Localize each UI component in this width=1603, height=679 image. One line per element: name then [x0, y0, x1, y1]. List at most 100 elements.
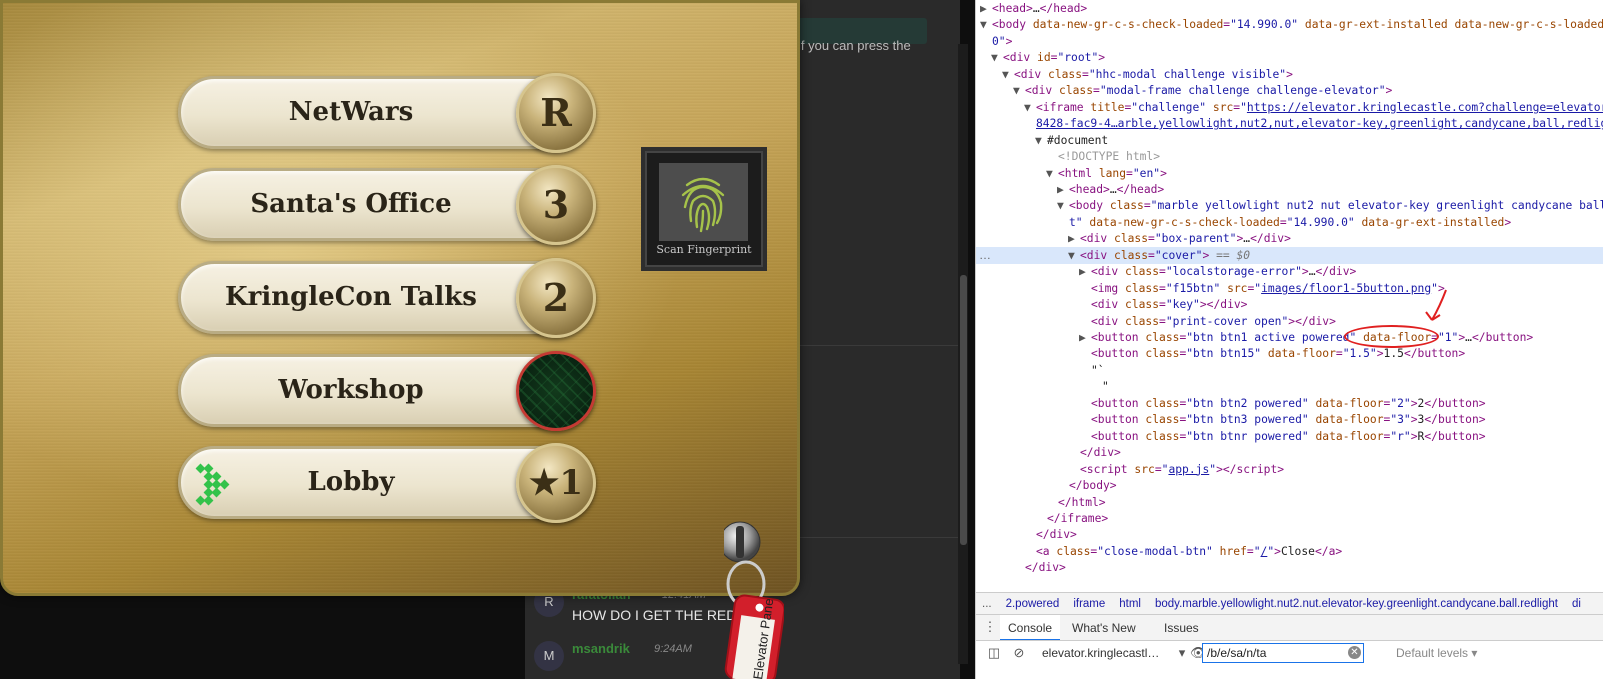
- breadcrumb-item[interactable]: ...: [982, 598, 992, 610]
- breadcrumb-item[interactable]: html: [1119, 598, 1141, 610]
- expand-triangle-icon[interactable]: ▶: [1068, 230, 1080, 247]
- chat-divider: [780, 345, 960, 346]
- elevator-key-icon[interactable]: Elevator Panel: [724, 520, 784, 679]
- dom-node-text: <button class="btn btn15" data-floor="1.…: [1091, 347, 1466, 361]
- dom-tree-node[interactable]: </div>: [976, 526, 1603, 543]
- tab-whats-new[interactable]: What's New: [1064, 615, 1144, 641]
- floor-badge[interactable]: R: [516, 73, 596, 153]
- breadcrumb-item[interactable]: 2.powered: [1006, 598, 1060, 610]
- floor-button-netwars[interactable]: NetWars R: [178, 73, 596, 153]
- floor-badge[interactable]: 3: [516, 165, 596, 245]
- collapse-triangle-icon[interactable]: ▼: [1046, 165, 1058, 182]
- chat-timestamp: 9:24AM: [654, 643, 692, 655]
- breadcrumb-item[interactable]: iframe: [1073, 598, 1105, 610]
- collapse-triangle-icon[interactable]: ▼: [1013, 82, 1025, 99]
- breadcrumb-item[interactable]: di: [1572, 598, 1581, 610]
- collapse-triangle-icon[interactable]: ▼: [991, 49, 1003, 66]
- floor-button-santas-office[interactable]: Santa's Office 3: [178, 165, 596, 245]
- dom-tree-node[interactable]: ▼ #document: [976, 132, 1603, 149]
- chat-scrollbar-thumb[interactable]: [960, 275, 967, 545]
- dom-tree-node[interactable]: ▼ <html lang="en">: [976, 165, 1603, 182]
- clear-console-icon[interactable]: ⊘: [1011, 645, 1027, 661]
- dom-tree-node[interactable]: ▼ <div class="cover"> == $0: [976, 246, 1603, 264]
- dom-tree-node[interactable]: ": [976, 378, 1603, 395]
- avatar[interactable]: M: [534, 641, 564, 671]
- drawer-tabs: ⋮ Console What's New Issues: [976, 614, 1603, 641]
- dom-node-text: <button class="btn btnr powered" data-fl…: [1091, 429, 1486, 443]
- breadcrumb-item[interactable]: body.marble.yellowlight.nut2.nut.elevato…: [1155, 598, 1558, 610]
- chat-username[interactable]: msandrik: [572, 641, 630, 656]
- context-selector[interactable]: elevator.kringlecastl…: [1042, 644, 1172, 662]
- dom-tree-node[interactable]: </iframe>: [976, 510, 1603, 527]
- dom-tree-node[interactable]: </body>: [976, 477, 1603, 494]
- dom-node-text: </body>: [1069, 479, 1117, 493]
- dom-tree-node[interactable]: <button class="btn btnr powered" data-fl…: [976, 428, 1603, 445]
- dom-tree-node[interactable]: <button class="btn btn15" data-floor="1.…: [976, 345, 1603, 362]
- collapse-triangle-icon[interactable]: ▼: [1035, 132, 1047, 149]
- clear-filter-icon[interactable]: ✕: [1348, 646, 1361, 659]
- dom-node-text: ": [1102, 380, 1109, 394]
- dom-tree-node[interactable]: ▼ <div class="modal-frame challenge chall…: [976, 82, 1603, 99]
- sidebar-toggle-icon[interactable]: ◫: [986, 645, 1002, 661]
- floor-label: Lobby: [307, 467, 395, 497]
- expand-triangle-icon[interactable]: ▶: [1079, 263, 1091, 280]
- floor-button-lobby[interactable]: Lobby ★1: [178, 443, 596, 523]
- dom-tree-node[interactable]: <!DOCTYPE html>: [976, 148, 1603, 165]
- dom-tree-node[interactable]: ▼ <div id="root">: [976, 49, 1603, 66]
- more-menu-icon[interactable]: ⋮: [982, 619, 998, 635]
- dom-tree-node[interactable]: "`: [976, 362, 1603, 379]
- dom-node-text: <iframe title="challenge" src="https://e…: [1036, 100, 1603, 114]
- collapse-triangle-icon[interactable]: ▼: [980, 16, 992, 33]
- dom-node-text: <div class="hhc-modal challenge visible"…: [1014, 67, 1293, 81]
- tab-issues[interactable]: Issues: [1156, 615, 1207, 641]
- more-actions-icon[interactable]: …: [979, 248, 991, 262]
- fingerprint-scanner[interactable]: Scan Fingerprint: [641, 147, 767, 271]
- log-levels-dropdown[interactable]: Default levels ▾: [1396, 644, 1477, 662]
- dom-node-text: <div id="root">: [1003, 51, 1106, 65]
- dom-tree-node[interactable]: <div class="key"></div>: [976, 296, 1603, 313]
- expand-triangle-icon[interactable]: ▶: [980, 0, 992, 17]
- dom-tree-node[interactable]: ▶ <head>…</head>: [976, 181, 1603, 198]
- filter-input[interactable]: [1202, 643, 1364, 663]
- floor-button-kringlecon-talks[interactable]: KringleCon Talks 2: [178, 258, 596, 338]
- dom-tree-node[interactable]: <img class="f15btn" src="images/floor1-5…: [976, 280, 1603, 297]
- breadcrumb[interactable]: ... 2.powered iframe html body.marble.yellow…: [976, 592, 1603, 614]
- expand-triangle-icon[interactable]: ▶: [1057, 181, 1069, 198]
- collapse-triangle-icon[interactable]: ▼: [1002, 66, 1014, 83]
- chevron-down-icon[interactable]: ▾: [1174, 645, 1190, 661]
- collapse-triangle-icon[interactable]: ▼: [1024, 99, 1036, 116]
- dom-tree-node[interactable]: <a class="close-modal-btn" href="/">Clos…: [976, 543, 1603, 560]
- tab-console[interactable]: Console: [1000, 615, 1061, 641]
- dom-tree-node[interactable]: ▶ <button class="btn btn1 active powered"…: [976, 329, 1603, 346]
- dom-tree-node[interactable]: ▼ <div class="hhc-modal challenge visible…: [976, 66, 1603, 83]
- dom-node-text: <head>…</head>: [992, 2, 1088, 15]
- floor-badge[interactable]: ★1: [516, 443, 596, 523]
- dom-tree-node[interactable]: ▶ <div class="box-parent">…</div>: [976, 230, 1603, 247]
- expand-triangle-icon[interactable]: ▶: [1079, 329, 1091, 346]
- dom-tree-node[interactable]: ▼ <body class="marble yellowlight nut2 nu…: [976, 197, 1603, 214]
- dom-tree-node[interactable]: </html>: [976, 494, 1603, 511]
- dom-tree-node[interactable]: ▼ <body data-new-gr-c-s-check-loaded="14.…: [976, 16, 1603, 33]
- dom-node-text: <div class="box-parent">…</div>: [1080, 232, 1291, 246]
- dom-node-text: <body data-new-gr-c-s-check-loaded="14.9…: [992, 18, 1603, 32]
- dom-node-text: </html>: [1058, 495, 1106, 509]
- collapse-triangle-icon[interactable]: ▼: [1068, 247, 1080, 264]
- floor-button-workshop[interactable]: Workshop: [178, 351, 596, 431]
- dom-tree-node[interactable]: </div>: [976, 559, 1603, 576]
- collapse-triangle-icon[interactable]: ▼: [1057, 197, 1069, 214]
- circuit-board-icon[interactable]: [516, 351, 596, 431]
- dom-tree-node[interactable]: t" data-new-gr-c-s-check-loaded="14.990.…: [976, 214, 1603, 231]
- dom-tree-node[interactable]: <div class="print-cover open"></div>: [976, 313, 1603, 330]
- floor-label: Santa's Office: [250, 189, 452, 219]
- dom-tree[interactable]: ▶ <head>…</head> ▼ <body data-new-gr-c-s-ch…: [976, 0, 1603, 592]
- dom-tree-node[interactable]: 8428-fac9-4…arble,yellowlight,nut2,nut,e…: [976, 115, 1603, 132]
- floor-badge[interactable]: 2: [516, 258, 596, 338]
- dom-tree-node[interactable]: <button class="btn btn3 powered" data-fl…: [976, 411, 1603, 428]
- dom-tree-node[interactable]: <script src="app.js"></script>: [976, 461, 1603, 478]
- dom-tree-node[interactable]: ▶ <div class="localstorage-error">…</div>: [976, 263, 1603, 280]
- dom-tree-node[interactable]: ▶ <head>…</head>: [976, 0, 1603, 17]
- dom-tree-node[interactable]: </div>: [976, 444, 1603, 461]
- dom-tree-node[interactable]: 0">: [976, 33, 1603, 50]
- dom-tree-node[interactable]: <button class="btn btn2 powered" data-fl…: [976, 395, 1603, 412]
- dom-tree-node[interactable]: ▼ <iframe title="challenge" src="https://…: [976, 99, 1603, 116]
